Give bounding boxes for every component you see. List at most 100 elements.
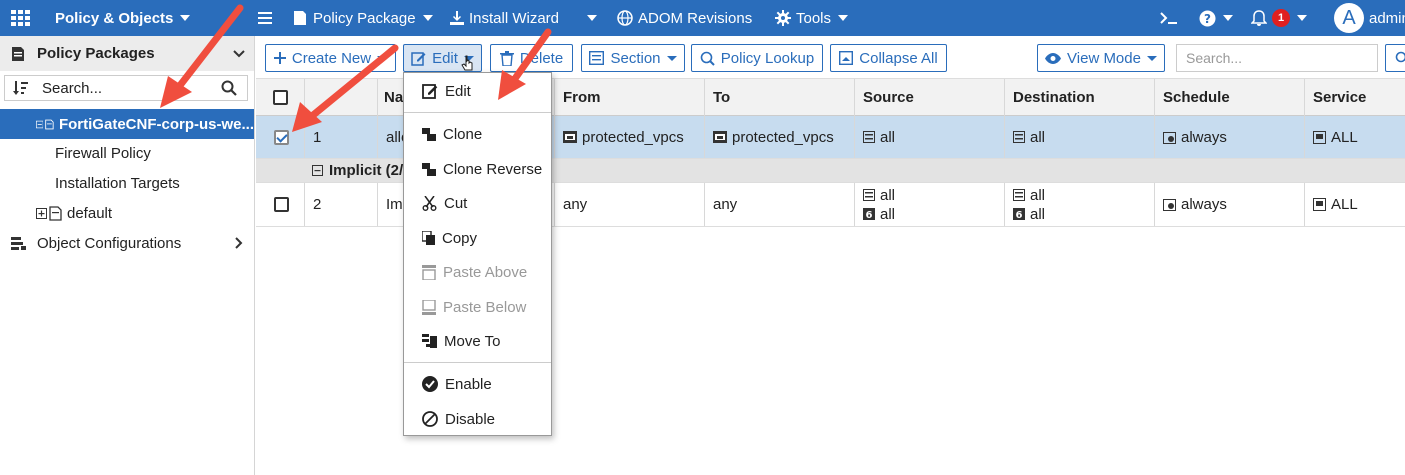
package-icon [49, 205, 62, 221]
cell-service: ALL [1304, 116, 1405, 158]
more-menu-caret[interactable] [585, 0, 597, 36]
cell-from: protected_vpcs [554, 116, 704, 158]
cell-schedule: always [1154, 116, 1304, 158]
install-wizard-label: Install Wizard [469, 9, 560, 27]
gear-icon [775, 10, 791, 26]
edit-dropdown-menu: Edit Clone Clone Reverse Cut Copy Paste … [403, 72, 552, 436]
notifications-menu[interactable]: 1 [1251, 0, 1307, 36]
cell-destination: all 6 all [1004, 183, 1154, 226]
column-header-id[interactable]: # [304, 79, 377, 116]
tree-item-label: FortiGateCNF-corp-us-we... [58, 115, 254, 133]
cell-from: any [554, 183, 704, 226]
select-all-checkbox-cell[interactable] [256, 79, 304, 116]
menu-item-disable[interactable]: Disable [404, 404, 551, 434]
cell-text: ALL [1331, 128, 1358, 146]
tree-item-default[interactable]: default [0, 198, 254, 228]
policy-search-placeholder: Search... [1186, 50, 1243, 66]
objects-icon [11, 236, 26, 250]
package-icon [45, 119, 55, 129]
ipv6-address-icon: 6 [1013, 208, 1025, 220]
bell-icon [1251, 9, 1267, 26]
menu-item-clone-reverse[interactable]: Clone Reverse [404, 154, 551, 184]
menu-item-enable[interactable]: Enable [404, 369, 551, 399]
column-header-from[interactable]: From [554, 79, 704, 116]
tree-item-fortigatecnf[interactable]: FortiGateCNF-corp-us-we... [0, 109, 254, 139]
copy-icon [422, 231, 435, 245]
tools-menu[interactable]: Tools [775, 0, 849, 36]
column-header-schedule[interactable]: Schedule [1154, 79, 1304, 116]
chevron-down-icon [666, 55, 677, 61]
cell-text: always [1181, 128, 1227, 146]
sidebar-search-input[interactable]: Search... [4, 75, 248, 101]
chevron-down-icon [838, 15, 849, 21]
menu-item-label: Paste Below [443, 298, 527, 316]
adom-revisions-button[interactable]: ADOM Revisions [617, 0, 752, 36]
policy-package-menu[interactable]: Policy Package [292, 0, 433, 36]
create-new-button[interactable]: Create New [265, 44, 396, 72]
row-checkbox[interactable] [274, 129, 289, 145]
service-icon [1313, 198, 1326, 211]
policy-search-input[interactable]: Search... [1176, 44, 1378, 72]
ipv6-address-icon: 6 [863, 208, 875, 220]
menu-item-label: Clone Reverse [443, 160, 543, 178]
app-title-menu[interactable]: Policy & Objects [55, 0, 191, 36]
column-header-source[interactable]: Source [854, 79, 1004, 116]
collapse-all-button[interactable]: Collapse All [830, 44, 947, 72]
menu-item-paste-below[interactable]: Paste Below [404, 292, 551, 322]
row-checkbox[interactable] [274, 197, 289, 212]
cell-text: all [880, 205, 896, 223]
menu-item-move-to[interactable]: Move To [404, 326, 551, 356]
menu-item-copy[interactable]: Copy [404, 223, 551, 253]
policy-packages-header[interactable]: Policy Packages [0, 36, 254, 71]
section-icon [589, 51, 605, 65]
menu-item-clone[interactable]: Clone [404, 119, 551, 149]
install-wizard-button[interactable]: Install Wizard [450, 0, 559, 36]
tree-item-firewall-policy[interactable]: Firewall Policy [0, 138, 254, 168]
sidebar-search-placeholder: Search... [42, 79, 103, 97]
column-header-to[interactable]: To [704, 79, 854, 116]
cli-console-icon[interactable] [1160, 0, 1178, 36]
column-header-service[interactable]: Service [1304, 79, 1405, 116]
select-all-checkbox[interactable] [273, 90, 288, 105]
help-icon: ? [1199, 10, 1216, 26]
edit-button[interactable]: Edit [403, 44, 482, 72]
policy-lookup-button[interactable]: Policy Lookup [691, 44, 823, 72]
user-menu[interactable]: A admin [1334, 0, 1405, 36]
clone-icon [422, 127, 436, 141]
hamburger-icon[interactable] [258, 0, 272, 36]
view-mode-button[interactable]: View Mode [1037, 44, 1165, 72]
column-label: Source [863, 89, 914, 106]
schedule-icon [1163, 199, 1176, 211]
svg-text:?: ? [1204, 12, 1211, 26]
menu-item-edit[interactable]: Edit [404, 76, 551, 106]
row-checkbox-cell[interactable] [256, 116, 304, 158]
tree-item-installation-targets[interactable]: Installation Targets [0, 168, 254, 198]
search-button[interactable] [1385, 44, 1405, 72]
row-checkbox-cell[interactable] [256, 183, 304, 226]
top-navigation-bar: Policy & Objects Policy Package Install … [0, 0, 1405, 36]
cell-text: all [1030, 186, 1046, 204]
menu-item-label: Disable [445, 410, 496, 428]
column-label: Schedule [1163, 89, 1230, 106]
tools-label: Tools [796, 9, 832, 27]
menu-item-cut[interactable]: Cut [404, 188, 551, 218]
menu-item-paste-above[interactable]: Paste Above [404, 257, 551, 287]
column-header-destination[interactable]: Destination [1004, 79, 1154, 116]
section-button[interactable]: Section [581, 44, 685, 72]
edit-icon [422, 84, 438, 99]
tree-item-object-configurations[interactable]: Object Configurations [0, 228, 254, 258]
globe-icon [617, 10, 633, 26]
delete-button[interactable]: Delete [490, 44, 573, 72]
cell-service: ALL [1304, 183, 1405, 226]
menu-divider [404, 112, 551, 113]
help-menu[interactable]: ? [1199, 0, 1233, 36]
app-grid-icon[interactable] [11, 0, 31, 36]
cell-text: protected_vpcs [582, 128, 684, 146]
interface-icon [563, 131, 577, 143]
section-label: Section [610, 49, 661, 67]
eye-icon [1045, 52, 1062, 64]
column-label: From [563, 89, 601, 106]
scissors-icon [422, 195, 437, 211]
tree-item-label: Installation Targets [55, 174, 180, 192]
trash-icon [499, 50, 514, 66]
